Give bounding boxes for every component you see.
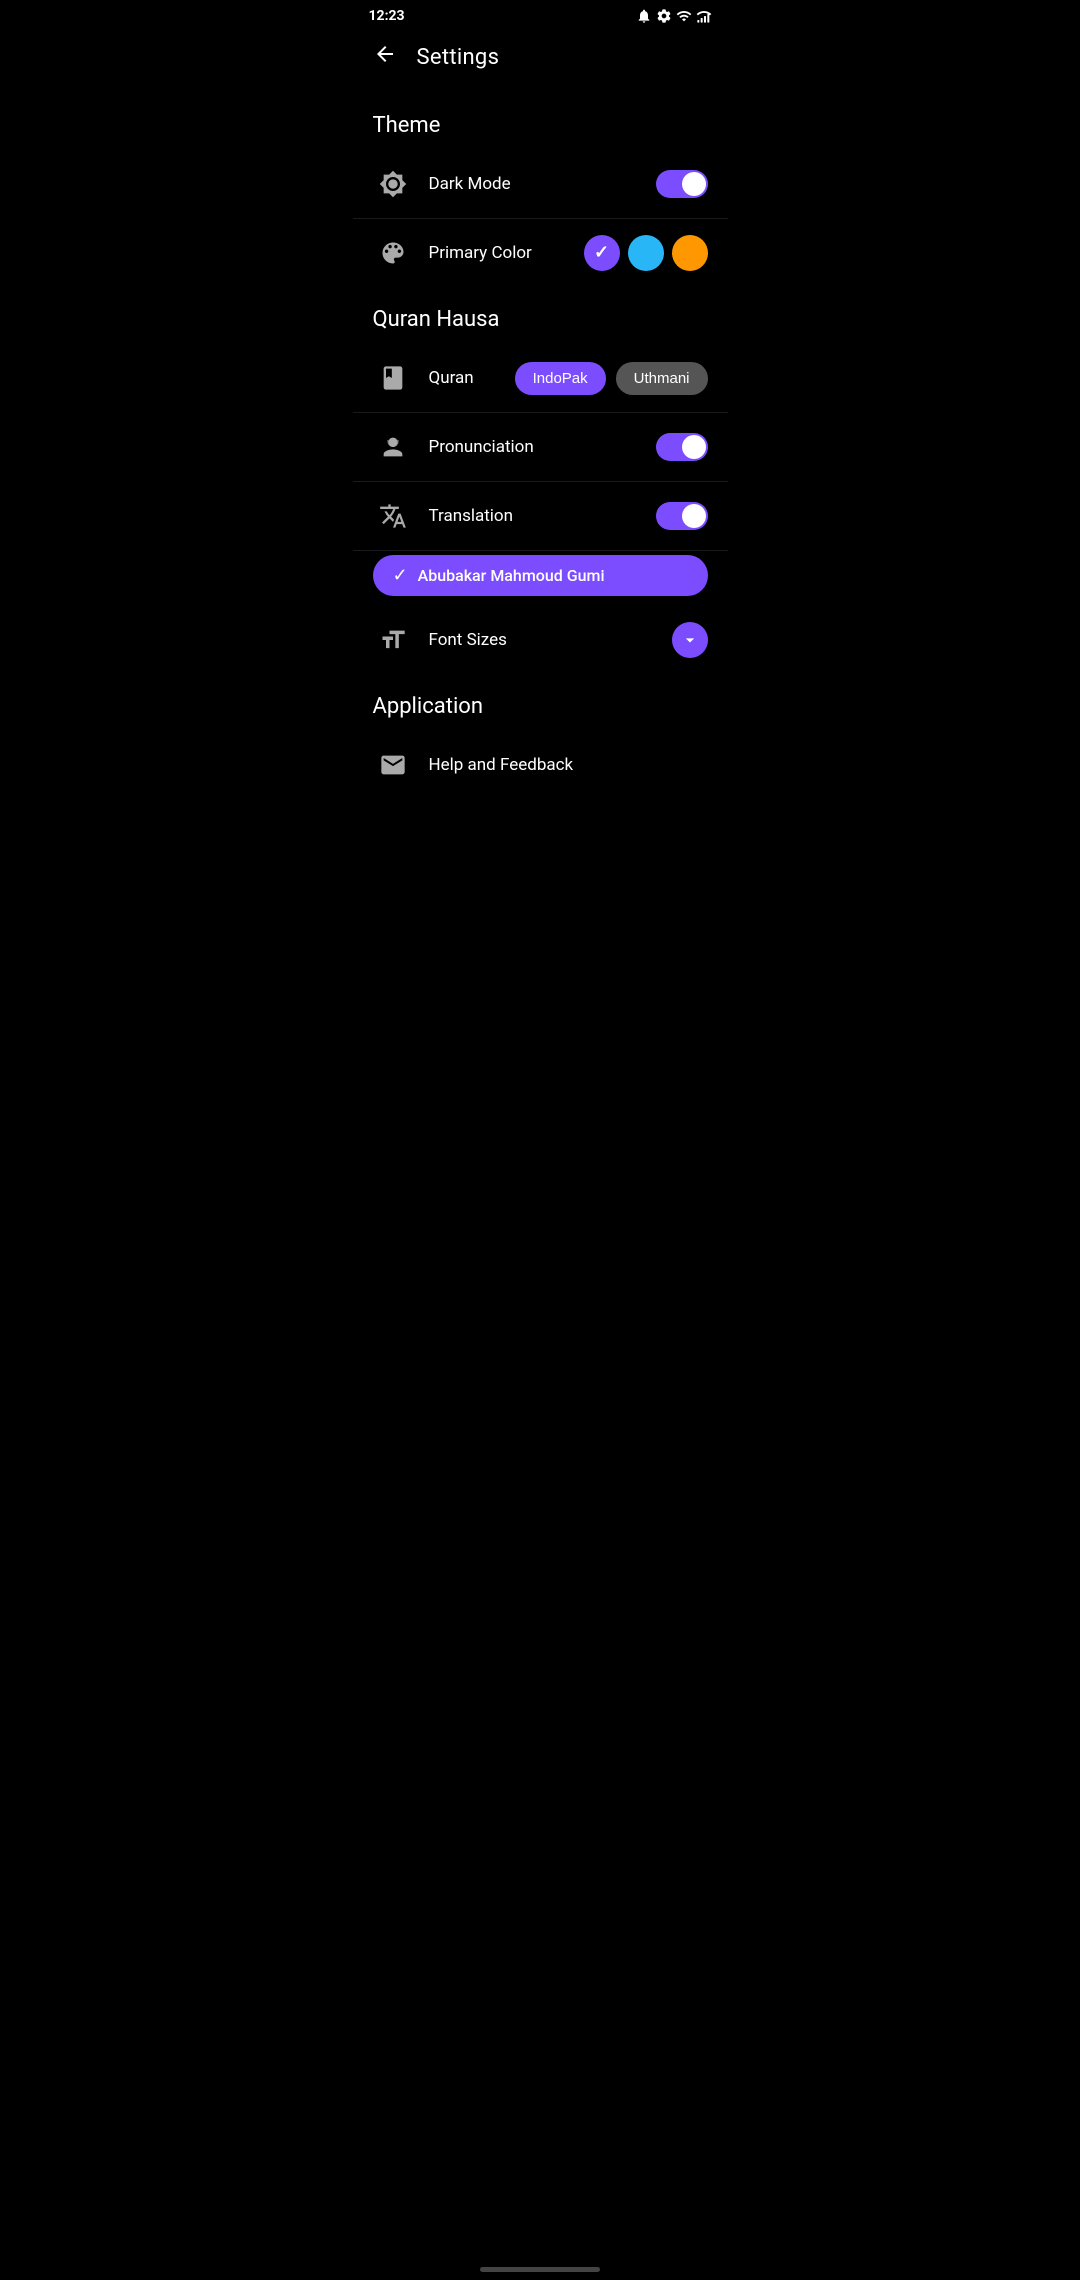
moon-icon [379, 170, 407, 198]
bottom-nav-bar [480, 2267, 600, 2272]
translate-icon [379, 502, 407, 530]
dark-mode-item[interactable]: Dark Mode [353, 150, 728, 219]
book-icon [379, 364, 407, 392]
help-feedback-label: Help and Feedback [429, 755, 708, 775]
color-swatch-orange[interactable] [672, 235, 708, 271]
application-section-header: Application [353, 674, 728, 731]
quran-icon [373, 358, 413, 398]
status-icons [636, 8, 712, 24]
color-swatch-blue[interactable] [628, 235, 664, 271]
translation-selector[interactable]: ✓ Abubakar Mahmoud Gumi [373, 555, 708, 596]
font-sizes-icon [373, 620, 413, 660]
notification-icon [636, 8, 652, 24]
translation-icon [373, 496, 413, 536]
font-sizes-item[interactable]: Font Sizes [353, 606, 728, 674]
person-voice-icon [379, 433, 407, 461]
dark-mode-label: Dark Mode [429, 174, 656, 194]
theme-section-header: Theme [353, 93, 728, 150]
pronunciation-item[interactable]: Pronunciation [353, 413, 728, 482]
quran-section: Quran Hausa Quran IndoPak Uthmani Pronun… [353, 287, 728, 674]
color-swatch-purple[interactable]: ✓ [584, 235, 620, 271]
format-size-icon [379, 626, 407, 654]
quran-style-item[interactable]: Quran IndoPak Uthmani [353, 344, 728, 413]
signal-icon [696, 8, 712, 24]
primary-color-item[interactable]: Primary Color ✓ [353, 219, 728, 287]
pronunciation-icon [373, 427, 413, 467]
header: Settings [353, 28, 728, 93]
application-section: Application Help and Feedback [353, 674, 728, 799]
primary-color-label: Primary Color [429, 243, 584, 263]
font-sizes-dropdown-button[interactable] [672, 622, 708, 658]
palette-icon [379, 239, 407, 267]
dark-mode-toggle-thumb [682, 172, 706, 196]
translation-toggle[interactable] [656, 502, 708, 530]
font-sizes-label: Font Sizes [429, 630, 672, 650]
translation-name: Abubakar Mahmoud Gumi [418, 566, 605, 585]
indopak-button[interactable]: IndoPak [515, 362, 606, 395]
status-time: 12:23 [369, 8, 405, 24]
back-button[interactable] [369, 38, 401, 77]
email-icon [379, 751, 407, 779]
chevron-down-icon [680, 630, 700, 650]
help-feedback-icon [373, 745, 413, 785]
help-feedback-item[interactable]: Help and Feedback [353, 731, 728, 799]
translation-item[interactable]: Translation [353, 482, 728, 551]
pronunciation-label: Pronunciation [429, 437, 656, 457]
wifi-icon [676, 8, 692, 24]
pronunciation-toggle[interactable] [656, 433, 708, 461]
theme-section: Theme Dark Mode Primary Color ✓ [353, 93, 728, 287]
pronunciation-toggle-thumb [682, 435, 706, 459]
back-arrow-icon [373, 42, 397, 66]
quran-style-buttons: IndoPak Uthmani [515, 362, 708, 395]
dark-mode-toggle[interactable] [656, 170, 708, 198]
page-title: Settings [417, 45, 500, 70]
dark-mode-icon [373, 164, 413, 204]
quran-style-label: Quran [429, 368, 515, 388]
uthmani-button[interactable]: Uthmani [616, 362, 708, 395]
settings-status-icon [656, 8, 672, 24]
primary-color-icon [373, 233, 413, 273]
translation-toggle-thumb [682, 504, 706, 528]
color-selected-check: ✓ [594, 244, 609, 262]
color-swatches: ✓ [584, 235, 708, 271]
quran-section-header: Quran Hausa [353, 287, 728, 344]
translation-check-icon: ✓ [393, 565, 408, 586]
translation-label: Translation [429, 506, 656, 526]
status-bar: 12:23 [353, 0, 728, 28]
